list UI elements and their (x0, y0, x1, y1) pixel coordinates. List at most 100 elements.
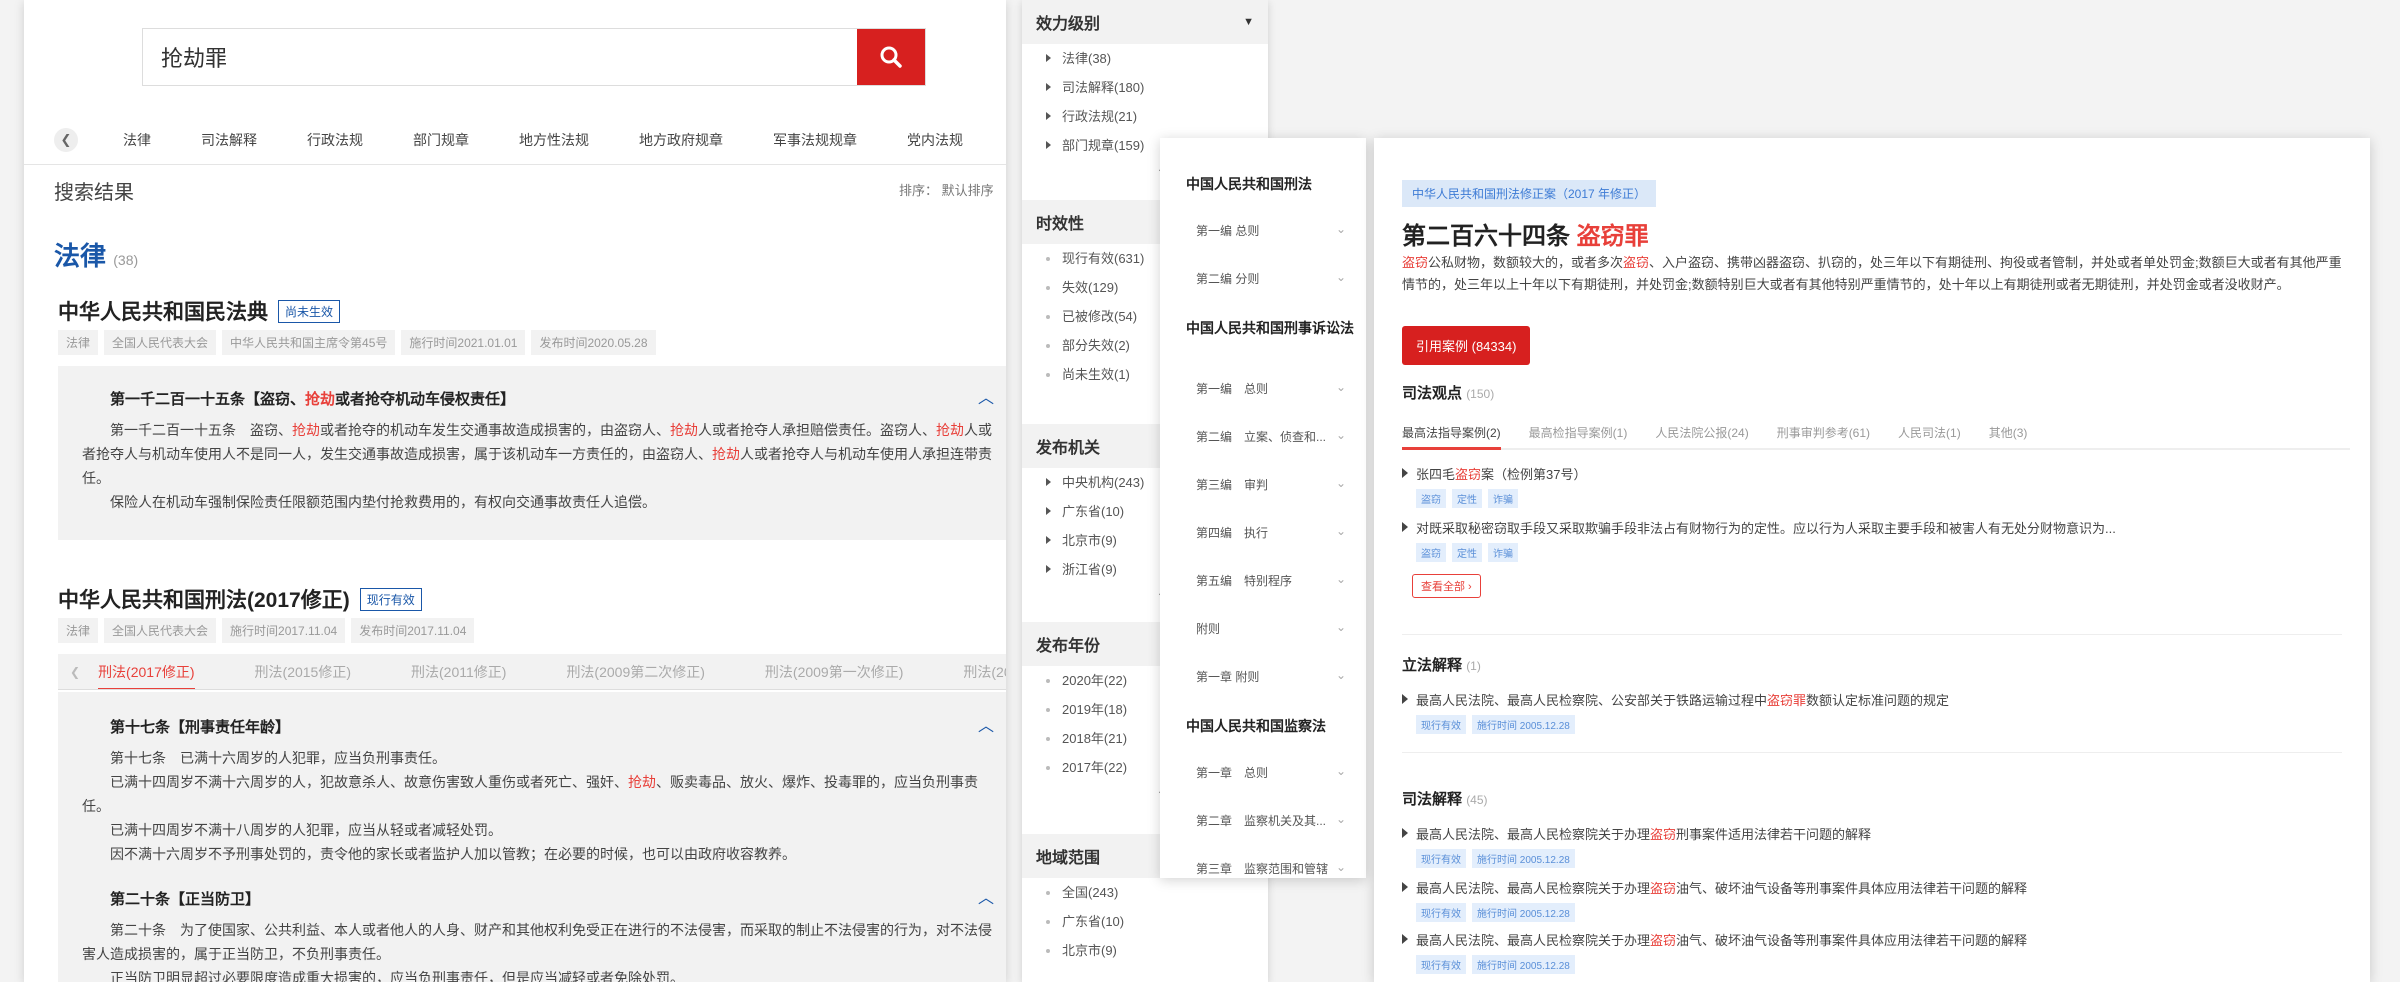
views-tab[interactable]: 最高检指导案例(1) (1529, 420, 1628, 448)
toc-item[interactable]: 附则 ⌄ (1196, 620, 1346, 637)
judicial-item[interactable]: 最高人民法院、最高人民检察院关于办理盗窃刑事案件适用法律若干问题的解释 现行有效施… (1402, 824, 2342, 868)
version-tab[interactable]: 刑法(2017修正) (98, 654, 196, 689)
filter-option[interactable]: 北京市(9) (1022, 936, 1268, 965)
tag-chip: 定性 (1452, 489, 1482, 508)
version-tab[interactable]: 刑法(2006修正) (963, 654, 1006, 689)
views-tab[interactable]: 人民司法(1) (1898, 420, 1961, 448)
search-input[interactable] (143, 29, 857, 85)
toc-item[interactable]: 第一编 总则 ⌄ (1196, 380, 1346, 397)
chevron-down-icon: ⌄ (1335, 620, 1346, 634)
toc-group[interactable]: 中国人民共和国刑事诉讼法 (1186, 318, 1356, 338)
tag-chip: 施行时间 2005.12.28 (1472, 903, 1575, 922)
toc-item[interactable]: 第三编 审判 ⌄ (1196, 476, 1346, 493)
meta-tag: 发布时间2020.05.28 (531, 330, 656, 355)
toc-item[interactable]: 第一章 总则 ⌄ (1196, 764, 1346, 781)
article-heading[interactable]: 第二十条【正当防卫】 (110, 888, 260, 909)
judicial-item[interactable]: 最高人民法院、最高人民检察院关于办理盗窃油气、破坏油气设备等刑事案件具体应用法律… (1402, 930, 2342, 974)
toc-item[interactable]: 第二编 分则 ⌄ (1196, 270, 1346, 287)
tag-chip: 诈骗 (1488, 489, 1518, 508)
divider (1402, 634, 2342, 635)
search-button[interactable] (857, 29, 925, 85)
chevron-up-icon[interactable]: ︿ (978, 712, 994, 736)
tag-chip: 盗窃 (1416, 543, 1446, 562)
views-tab[interactable]: 其他(3) (1989, 420, 2028, 448)
tag-chip: 现行有效 (1416, 955, 1466, 974)
search-icon (880, 46, 902, 68)
category-tab[interactable]: 地方性法规 (519, 130, 589, 150)
toc-item[interactable]: 第二章 监察机关及其... ⌄ (1196, 812, 1346, 829)
sort-selector[interactable]: 排序： 默认排序 (899, 180, 994, 199)
toc-panel: 中国人民共和国刑法 第一编 总则 ⌄ 第二编 分则 ⌄ 中国人民共和国刑事诉讼法 第一编 总… (1160, 138, 1366, 878)
chevron-down-icon: ⌄ (1335, 860, 1346, 874)
filter-option[interactable]: 广东省(10) (1022, 907, 1268, 936)
filter-option[interactable]: 行政法规(21) (1022, 102, 1268, 131)
tag-chip: 施行时间 2005.12.28 (1472, 715, 1575, 734)
view-item[interactable]: 对既采取秘密窃取手段又采取欺骗手段非法占有财物行为的定性。应以行为人采取主要手段… (1402, 518, 2342, 562)
view-item[interactable]: 张四毛盗窃案（检例第37号） 盗窃 定性 诈骗 (1402, 464, 2342, 508)
toc-item[interactable]: 第二编 立案、侦查和... ⌄ (1196, 428, 1346, 445)
version-tab[interactable]: 刑法(2015修正) (255, 654, 351, 689)
toc-group[interactable]: 中国人民共和国刑法 (1186, 174, 1356, 194)
article-text: 第一千二百一十五条 盗窃、抢劫或者抢夺的机动车发生交通事故造成损害的，由盗窃人、… (82, 422, 992, 510)
law-title[interactable]: 中华人民共和国刑法(2017修正) 现行有效 (58, 584, 422, 614)
filter-header[interactable]: 效力级别 ▼ (1022, 0, 1268, 44)
law-title[interactable]: 中华人民共和国民法典 尚未生效 (58, 296, 341, 326)
category-tab[interactable]: 司法解释 (201, 130, 257, 150)
version-tabs: ❮ 刑法(2017修正) 刑法(2015修正) 刑法(2011修正) 刑法(2009第… (58, 654, 1006, 690)
divider (1402, 752, 2342, 753)
meta-tag: 法律 (58, 330, 99, 355)
legis-heading: 立法解释 (1) (1402, 657, 1481, 674)
article-box: 第一千二百一十五条【盗窃、抢劫或者抢夺机动车侵权责任】 ︿ 第一千二百一十五条 … (58, 366, 1006, 540)
views-tabs: 最高法指导案例(2) 最高检指导案例(1) 人民法院公报(24) 刑事审判参考(61)… (1402, 420, 2350, 450)
legis-item[interactable]: 最高人民法院、最高人民检察院、公安部关于铁路运输过程中盗窃罪数额认定标准问题的规… (1402, 690, 2342, 734)
category-tab[interactable]: 党内法规 (907, 130, 963, 150)
status-badge: 现行有效 (359, 587, 422, 611)
tag-chip: 现行有效 (1416, 849, 1466, 868)
category-tab[interactable]: 法律 (123, 130, 151, 150)
category-tabs: ❮ 法律司法解释行政法规部门规章地方性法规地方政府规章军事法规规章党内法规团体 (24, 115, 1006, 165)
toc-item[interactable]: 第五编 特别程序 ⌄ (1196, 572, 1346, 589)
view-all-button[interactable]: 查看全部 › (1412, 574, 1481, 598)
toc-item[interactable]: 第四编 执行 ⌄ (1196, 524, 1346, 541)
category-tab[interactable]: 地方政府规章 (639, 130, 723, 150)
chevron-left-icon[interactable]: ❮ (54, 127, 78, 152)
article-text: 第十七条 已满十六周岁的人犯罪，应当负刑事责任。 已满十四周岁不满十六周岁的人，犯… (82, 750, 978, 862)
source-tag: 中华人民共和国刑法修正案（2017 年修正） (1402, 180, 1657, 207)
filter-option[interactable]: 法律(38) (1022, 44, 1268, 73)
chevron-down-icon: ⌄ (1335, 476, 1346, 490)
category-tab[interactable]: 行政法规 (307, 130, 363, 150)
cite-cases-button[interactable]: 引用案例 (84334) (1402, 326, 1531, 365)
chevron-up-icon[interactable]: ︿ (978, 884, 994, 908)
chevron-down-icon: ⌄ (1335, 668, 1346, 682)
meta-tag: 施行时间2021.01.01 (401, 330, 526, 355)
judicial-heading: 司法解释 (45) (1402, 791, 1488, 808)
version-tab[interactable]: 刑法(2009第一次修正) (765, 654, 903, 689)
category-tab[interactable]: 军事法规规章 (773, 130, 857, 150)
filter-option[interactable]: 全国(243) (1022, 878, 1268, 907)
version-tab[interactable]: 刑法(2009第二次修正) (566, 654, 704, 689)
views-tab[interactable]: 人民法院公报(24) (1655, 420, 1748, 448)
article-heading[interactable]: 第十七条【刑事责任年龄】 (110, 716, 290, 737)
chevron-left-icon[interactable]: ❮ (70, 665, 80, 679)
meta-tag: 法律 (58, 618, 99, 643)
judicial-item[interactable]: 最高人民法院、最高人民检察院关于办理盗窃油气、破坏油气设备等刑事案件具体应用法律… (1402, 878, 2342, 922)
tag-chip: 现行有效 (1416, 715, 1466, 734)
filter-option[interactable]: 司法解释(180) (1022, 73, 1268, 102)
law-meta: 法律 全国人民代表大会 中华人民共和国主席令第45号 施行时间2021.01.01 发布… (58, 330, 662, 355)
views-tab[interactable]: 最高法指导案例(2) (1402, 420, 1501, 450)
chevron-down-icon: ⌄ (1335, 380, 1346, 394)
version-tab[interactable]: 刑法(2011修正) (411, 654, 506, 689)
views-tab[interactable]: 刑事审判参考(61) (1777, 420, 1870, 448)
chevron-down-icon: ⌄ (1335, 764, 1346, 778)
category-tab[interactable]: 部门规章 (413, 130, 469, 150)
section-title: 法律 (38) (54, 241, 139, 271)
toc-item[interactable]: 第一章 附则 ⌄ (1196, 668, 1346, 685)
toc-item[interactable]: 第一编 总则 ⌄ (1196, 222, 1346, 239)
law-meta: 法律 全国人民代表大会 施行时间2017.11.04 发布时间2017.11.04 (58, 618, 480, 643)
toc-group[interactable]: 中国人民共和国监察法 (1186, 716, 1356, 736)
article-text: 盗窃公私财物，数额较大的，或者多次盗窃、入户盗窃、携带凶器盗窃、扒窃的，处三年以… (1402, 255, 2342, 292)
toc-item[interactable]: 第三章 监察范围和管辖 ⌄ (1196, 860, 1346, 877)
chevron-down-icon: ⌄ (1335, 428, 1346, 442)
article-heading[interactable]: 第一千二百一十五条【盗窃、抢劫或者抢夺机动车侵权责任】 (110, 388, 515, 409)
chevron-up-icon[interactable]: ︿ (978, 384, 994, 408)
